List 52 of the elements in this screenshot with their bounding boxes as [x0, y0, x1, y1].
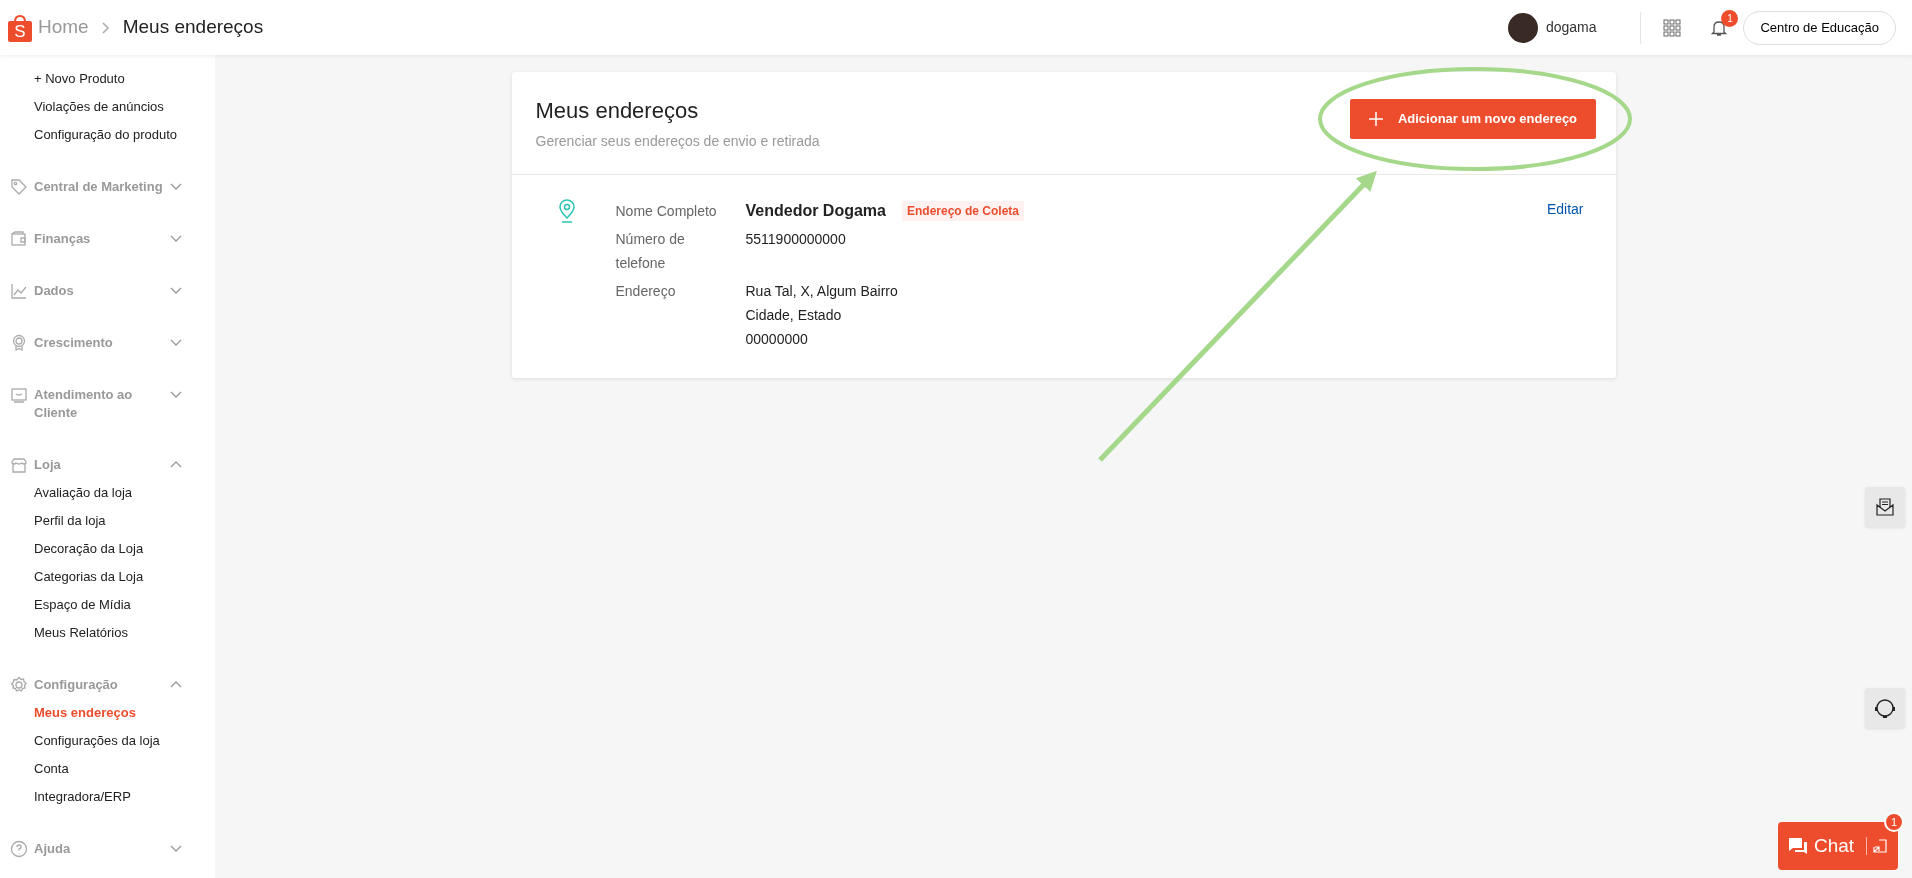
- sidebar-item[interactable]: Integradora/ERP: [0, 783, 215, 811]
- card-subtitle: Gerenciar seus endereços de envio e retirada: [535, 132, 820, 151]
- chat-badge: 1: [1884, 812, 1904, 832]
- sidebar-item[interactable]: Configuração do produto: [0, 121, 215, 149]
- page-title: Meus endereços: [122, 15, 264, 40]
- medal-icon: [10, 334, 28, 352]
- sidebar-item[interactable]: Meus endereços: [0, 699, 215, 727]
- sidebar-item[interactable]: Espaço de Mídia: [0, 591, 215, 619]
- bell-icon[interactable]: [1711, 19, 1728, 38]
- wallet-icon: [10, 230, 28, 248]
- sidebar-item[interactable]: Avaliação da loja: [0, 479, 215, 507]
- help-icon: [10, 840, 28, 858]
- phone-number: 5511900000000: [745, 230, 847, 249]
- notification-count: 1: [1721, 9, 1739, 27]
- shop-icon: [10, 456, 28, 474]
- card-title: Meus endereços: [535, 97, 700, 125]
- plus-icon: [1367, 111, 1384, 127]
- sidebar-item[interactable]: Conta: [0, 755, 215, 783]
- address-tag: Endereço de Coleta: [902, 201, 1024, 221]
- sidebar-item[interactable]: Meus Relatórios: [0, 619, 215, 647]
- sidebar-item[interactable]: Categorias da Loja: [0, 563, 215, 591]
- chat-bubbles-icon: [1788, 837, 1808, 855]
- address-line: Rua Tal, X, Algum Bairro: [745, 282, 899, 301]
- sidebar-item[interactable]: Perfil da loja: [0, 507, 215, 535]
- expand-icon: [1873, 839, 1888, 853]
- address-line: 00000000: [745, 330, 809, 349]
- chevron-right-icon: [100, 20, 111, 35]
- headset-icon: [1874, 697, 1896, 719]
- sidebar-item[interactable]: Configurações da loja: [0, 727, 215, 755]
- app-grid-icon[interactable]: [1663, 18, 1682, 37]
- address-line: Cidade, Estado: [745, 306, 843, 325]
- sidebar-item[interactable]: Decoração da Loja: [0, 535, 215, 563]
- edit-link[interactable]: Editar: [1546, 199, 1584, 351]
- field-label: Endereço: [615, 282, 677, 301]
- location-pin-icon: [557, 199, 576, 223]
- field-label: Número de telefone: [615, 230, 686, 273]
- shopping-bag-logo: S: [8, 13, 32, 42]
- support-button[interactable]: [1865, 688, 1905, 728]
- envelope-icon: [1875, 497, 1895, 517]
- gear-icon: [10, 676, 28, 694]
- line-chart-icon: [10, 282, 28, 300]
- contact-name: Vendedor Dogama: [745, 201, 886, 221]
- avatar: [1507, 12, 1538, 43]
- add-address-button[interactable]: Adicionar um novo endereço: [1349, 99, 1596, 139]
- sidebar-item[interactable]: + Novo Produto: [0, 65, 215, 93]
- tag-icon: [10, 178, 28, 196]
- mail-button[interactable]: [1865, 487, 1905, 527]
- field-label: Nome Completo: [615, 202, 718, 221]
- message-box-icon: [10, 386, 28, 404]
- sidebar-item[interactable]: Violações de anúncios: [0, 93, 215, 121]
- education-center-button[interactable]: Centro de Educação: [1743, 10, 1896, 45]
- user-name[interactable]: dogama: [1545, 17, 1597, 38]
